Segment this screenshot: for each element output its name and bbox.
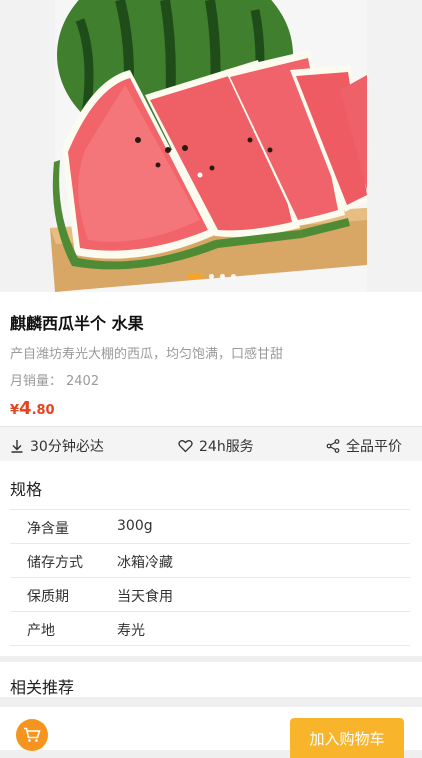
sales-value: 2402 [66,374,100,389]
spec-row: 储存方式 冰箱冷藏 [10,544,410,578]
service-label: 全品平价 [346,439,402,455]
spec-value: 寿光 [117,623,145,639]
spec-row: 净含量 300g [10,509,410,544]
spec-value: 300g [117,518,153,534]
spec-title: 规格 [10,480,43,499]
spec-key: 储存方式 [27,555,83,571]
carousel-dot[interactable] [186,274,203,279]
spec-table: 净含量 300g 储存方式 冰箱冷藏 保质期 当天食用 产地 寿光 [10,509,410,646]
share-icon [326,439,340,453]
spec-row: 保质期 当天食用 [10,578,410,612]
cart-icon[interactable] [16,719,48,751]
price-currency: ¥ [10,403,20,418]
carousel-dot[interactable] [219,274,225,279]
spec-section: 规格 净含量 300g 储存方式 冰箱冷藏 保质期 当天食用 产地 寿光 [0,461,422,656]
product-image-carousel[interactable] [0,0,422,292]
spec-key: 产地 [27,623,55,639]
service-label: 24h服务 [199,439,254,455]
heart-icon [178,440,193,453]
price-integer: 4 [19,398,32,419]
sales-label: 月销量： [10,374,63,389]
spec-row: 产地 寿光 [10,612,410,646]
download-icon [11,440,23,453]
cart-glyph-icon [24,727,41,742]
product-title: 麒麟西瓜半个 水果 [10,314,144,333]
carousel-dot[interactable] [208,274,214,279]
spec-value: 冰箱冷藏 [117,555,173,571]
product-price: ¥4.80 [10,398,55,419]
service-delivery[interactable]: 30分钟必达 [10,436,104,456]
carousel-indicator[interactable] [0,274,422,279]
spec-key: 保质期 [27,589,69,605]
monthly-sales: 月销量： 2402 [10,370,99,389]
service-label: 30分钟必达 [30,439,104,455]
add-to-cart-button[interactable]: 加入购物车 [290,718,404,758]
service-24h[interactable]: 24h服务 [178,436,254,456]
product-description: 产自潍坊寿光大棚的西瓜，均匀饱满，口感甘甜 [10,347,284,362]
bottom-action-bar: 加入购物车 [0,707,422,758]
service-bar: 30分钟必达 24h服务 全品平价 [0,426,422,462]
product-info: 麒麟西瓜半个 水果 产自潍坊寿光大棚的西瓜，均匀饱满，口感甘甜 月销量： 2402… [0,292,422,426]
recommend-section: 相关推荐 [0,662,422,697]
service-fair-price[interactable]: 全品平价 [326,436,402,456]
carousel-dot[interactable] [230,274,236,279]
recommend-title: 相关推荐 [10,678,75,697]
price-decimal: .80 [31,403,55,418]
watermelon-image [50,0,367,292]
spec-value: 当天食用 [117,589,173,605]
spec-key: 净含量 [27,521,69,537]
